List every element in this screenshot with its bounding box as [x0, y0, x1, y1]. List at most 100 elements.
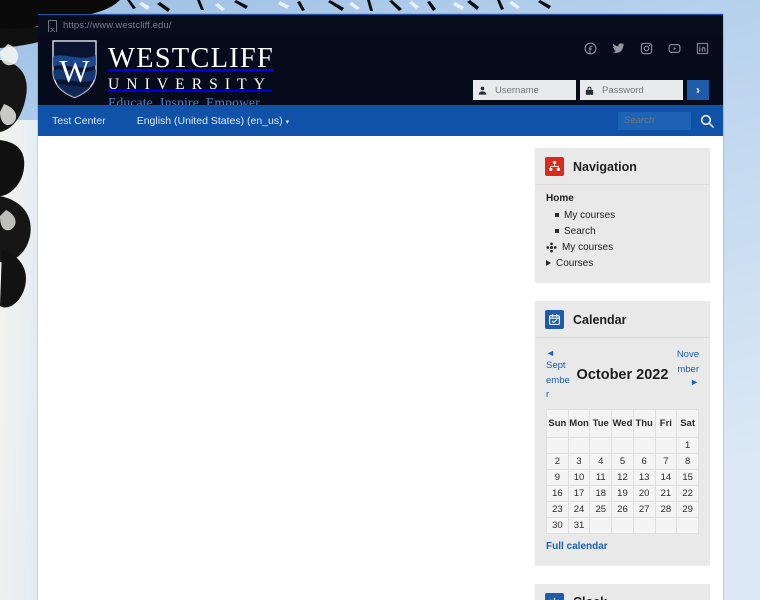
calendar-day-21[interactable]: 21 — [654, 484, 678, 502]
calendar-day-18[interactable]: 18 — [589, 484, 613, 502]
calendar-week-row: 1 — [546, 436, 699, 454]
calendar-day-13[interactable]: 13 — [632, 468, 656, 486]
calendar-day-14[interactable]: 14 — [654, 468, 678, 486]
nav-item-label: Search — [564, 225, 596, 237]
password-input[interactable] — [599, 81, 683, 99]
social-links — [584, 42, 709, 55]
calendar-next-group[interactable]: November ► — [675, 348, 699, 403]
search-button[interactable] — [691, 105, 723, 136]
calendar-weekday-row: Sun Mon Tue Wed Thu Fri Sat — [546, 408, 699, 438]
calendar-day-22[interactable]: 22 — [676, 484, 699, 502]
calendar-day-19[interactable]: 19 — [611, 484, 634, 502]
calendar-day-26[interactable]: 26 — [611, 500, 634, 518]
calendar-day-empty — [676, 516, 699, 534]
calendar-day-25[interactable]: 25 — [589, 500, 613, 518]
calendar-day-24[interactable]: 24 — [567, 500, 591, 518]
navbar-item-test-center[interactable]: Test Center — [52, 115, 106, 127]
calendar-day-17[interactable]: 17 — [567, 484, 591, 502]
nav-item-label: Courses — [556, 257, 594, 269]
calendar-weekday-tue: Tue — [589, 408, 613, 438]
square-bullet-icon — [555, 229, 559, 233]
calendar-day-5[interactable]: 5 — [611, 452, 634, 470]
login-form[interactable]: › — [473, 80, 709, 100]
username-input[interactable] — [492, 81, 576, 99]
calendar-day-7[interactable]: 7 — [654, 452, 678, 470]
calendar-day-3[interactable]: 3 — [567, 452, 591, 470]
calendar-week-row: 30 31 — [546, 516, 699, 534]
calendar-block-body: ◄ September October 2022 November ► Sun M… — [535, 338, 710, 565]
calendar-block-title: Calendar — [573, 312, 627, 327]
calendar-day-2[interactable]: 2 — [546, 452, 569, 470]
url-text: https://www.westcliff.edu/ — [63, 20, 172, 31]
calendar-day-1[interactable]: 1 — [676, 436, 699, 454]
calendar-week-row: 23 24 25 26 27 28 29 — [546, 500, 699, 518]
login-submit-button[interactable]: › — [687, 80, 709, 100]
calendar-day-16[interactable]: 16 — [546, 484, 569, 502]
calendar-day-6[interactable]: 6 — [632, 452, 656, 470]
clock-block: Clock Server: 11: — [535, 583, 710, 600]
calendar-day-empty — [632, 516, 656, 534]
chevron-down-icon: ▾ — [285, 118, 290, 126]
user-icon — [473, 84, 492, 96]
calendar-day-29[interactable]: 29 — [676, 500, 699, 518]
username-field[interactable] — [473, 80, 576, 100]
calendar-day-15[interactable]: 15 — [676, 468, 699, 486]
nav-item-my-courses-1[interactable]: My courses — [546, 207, 699, 223]
page-body: Navigation Home My courses Search My cou… — [38, 136, 723, 600]
calendar-current-month: October 2022 — [576, 367, 669, 384]
cog-bullet-icon — [546, 241, 557, 253]
nav-item-label: My courses — [564, 209, 616, 221]
password-field[interactable] — [580, 80, 683, 100]
clock-block-title: Clock — [573, 595, 607, 600]
prev-arrow-icon[interactable]: ◄ — [546, 348, 555, 359]
navigation-block: Navigation Home My courses Search My cou… — [535, 148, 710, 282]
calendar-weekday-sun: Sun — [546, 408, 569, 438]
calendar-day-empty — [654, 436, 678, 454]
calendar-day-9[interactable]: 9 — [546, 468, 569, 486]
calendar-block: Calendar ◄ September October 2022 Novemb… — [535, 301, 710, 565]
nav-item-home[interactable]: Home — [546, 193, 699, 204]
site-logo[interactable]: W WESTCLIFF UNIVERSITY Educate. Inspire.… — [50, 38, 274, 111]
calendar-day-8[interactable]: 8 — [676, 452, 699, 470]
next-arrow-icon[interactable]: ► — [690, 377, 699, 388]
calendar-weekday-wed: Wed — [611, 408, 634, 438]
twitter-icon[interactable] — [612, 42, 625, 55]
calendar-day-empty — [589, 516, 613, 534]
calendar-day-10[interactable]: 10 — [567, 468, 591, 486]
calendar-day-31[interactable]: 31 — [567, 516, 591, 534]
instagram-icon[interactable] — [640, 42, 653, 55]
calendar-day-30[interactable]: 30 — [546, 516, 569, 534]
calendar-day-20[interactable]: 20 — [632, 484, 656, 502]
clock-block-header: Clock — [535, 584, 710, 600]
nav-item-my-courses-2[interactable]: My courses — [546, 239, 699, 255]
calendar-day-empty — [654, 516, 678, 534]
calendar-weekday-thu: Thu — [632, 408, 656, 438]
nav-item-label: My courses — [562, 241, 614, 253]
calendar-day-4[interactable]: 4 — [589, 452, 613, 470]
calendar-day-11[interactable]: 11 — [589, 468, 613, 486]
linkedin-icon[interactable] — [696, 42, 709, 55]
navigation-block-header: Navigation — [535, 148, 710, 185]
calendar-day-12[interactable]: 12 — [611, 468, 634, 486]
chevron-right-icon[interactable] — [546, 260, 551, 266]
nav-item-search[interactable]: Search — [546, 223, 699, 239]
navbar-language-selector[interactable]: English (United States) (en_us) ▾ — [137, 115, 289, 127]
youtube-icon[interactable] — [668, 42, 681, 55]
calendar-next-month-link[interactable]: November — [675, 348, 699, 377]
search-input[interactable] — [618, 111, 691, 130]
calendar-day-23[interactable]: 23 — [546, 500, 569, 518]
calendar-weekday-mon: Mon — [567, 408, 591, 438]
calendar-day-28[interactable]: 28 — [654, 500, 678, 518]
facebook-icon[interactable] — [584, 42, 597, 55]
brand-line-2: UNIVERSITY — [108, 75, 272, 93]
calendar-prev-month-link[interactable]: September — [546, 359, 570, 403]
lock-icon — [580, 84, 599, 96]
nav-item-courses[interactable]: Courses — [546, 255, 699, 271]
calendar-prev-group[interactable]: ◄ September — [546, 348, 570, 403]
shield-logo-icon: W — [50, 38, 99, 100]
main-navbar: Test Center English (United States) (en_… — [38, 105, 723, 136]
full-calendar-link[interactable]: Full calendar — [546, 541, 608, 552]
browser-url-bar[interactable]: https://www.westcliff.edu/ — [38, 15, 723, 36]
calendar-day-empty — [567, 436, 591, 454]
calendar-day-27[interactable]: 27 — [632, 500, 656, 518]
